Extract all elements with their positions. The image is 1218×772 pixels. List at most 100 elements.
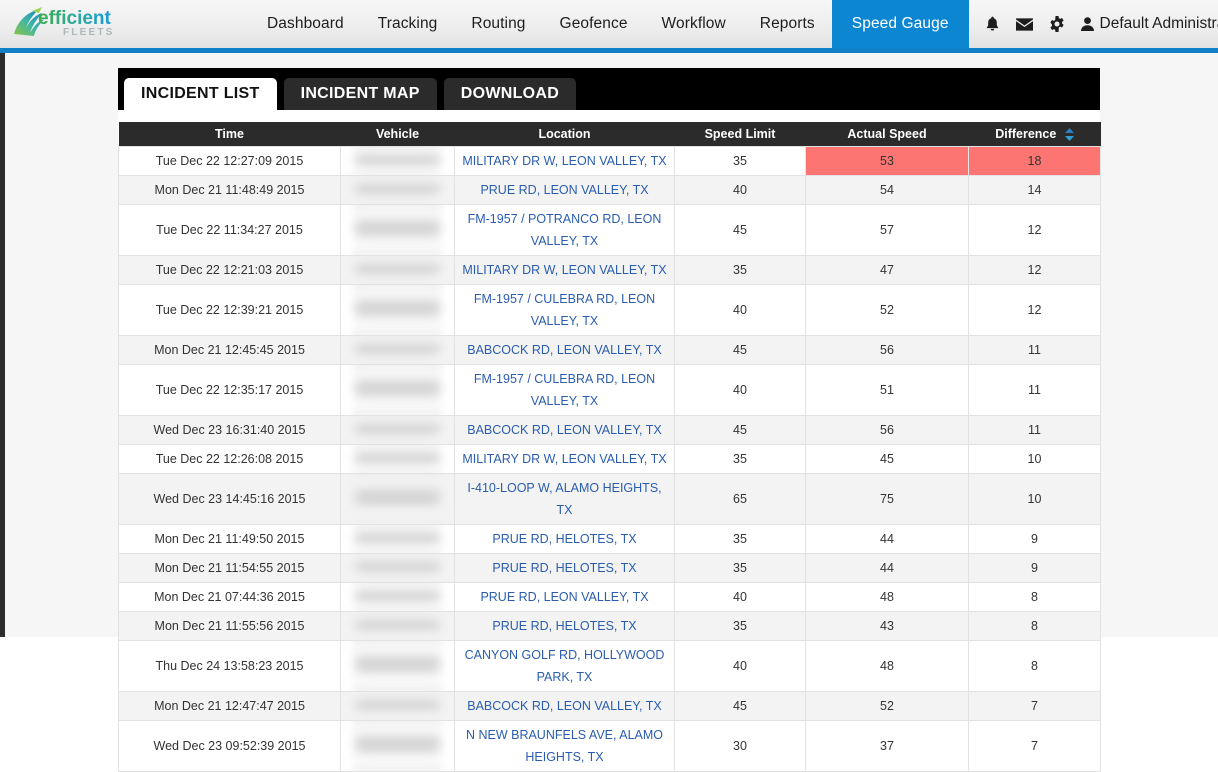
- location-link[interactable]: FM-1957 / POTRANCO RD, LEON VALLEY, TX: [462, 208, 667, 252]
- cell-actual-speed: 54: [805, 174, 969, 205]
- table-row[interactable]: Tue Dec 22 12:27:09 2015 MILITARY DR W, L…: [118, 145, 1101, 176]
- cell-speed-limit: 40: [674, 581, 806, 612]
- page-body: INCIDENT LIST INCIDENT MAP DOWNLOAD Time…: [0, 53, 1218, 772]
- location-link[interactable]: BABCOCK RD, LEON VALLEY, TX: [462, 339, 667, 361]
- nav-item-speed-gauge[interactable]: Speed Gauge: [831, 0, 969, 48]
- nav-item-tracking[interactable]: Tracking: [361, 0, 455, 48]
- cell-speed-limit: 45: [674, 690, 806, 721]
- cell-location: FM-1957 / CULEBRA RD, LEON VALLEY, TX: [454, 363, 675, 416]
- nav-item-geofence[interactable]: Geofence: [543, 0, 645, 48]
- redaction-blur: [353, 285, 442, 334]
- table-row[interactable]: Mon Dec 21 11:49:50 2015 PRUE RD, HELOTES…: [118, 523, 1101, 554]
- location-link[interactable]: I-410-LOOP W, ALAMO HEIGHTS, TX: [462, 477, 667, 521]
- table-row[interactable]: Thu Dec 24 13:58:23 2015 CANYON GOLF RD, …: [118, 639, 1101, 692]
- column-header-difference[interactable]: Difference: [968, 122, 1101, 146]
- nav-actions: Default Administrator: [977, 0, 1218, 48]
- location-link[interactable]: N NEW BRAUNFELS AVE, ALAMO HEIGHTS, TX: [462, 724, 667, 768]
- cell-vehicle-redacted: [340, 719, 455, 772]
- column-header-location[interactable]: Location: [454, 122, 675, 146]
- redaction-blur: [353, 525, 442, 552]
- location-link[interactable]: MILITARY DR W, LEON VALLEY, TX: [462, 150, 667, 172]
- cell-vehicle-redacted: [340, 203, 455, 256]
- table-row[interactable]: Mon Dec 21 12:47:47 2015 BABCOCK RD, LEON…: [118, 690, 1101, 721]
- location-link[interactable]: BABCOCK RD, LEON VALLEY, TX: [462, 695, 667, 717]
- table-row[interactable]: Wed Dec 23 16:31:40 2015 BABCOCK RD, LEON…: [118, 414, 1101, 445]
- window-left-edge: [0, 53, 5, 637]
- column-header-time[interactable]: Time: [118, 122, 341, 146]
- cell-vehicle-redacted: [340, 581, 455, 612]
- cell-time: Mon Dec 21 11:54:55 2015: [118, 552, 341, 583]
- cell-actual-speed: 45: [805, 443, 969, 474]
- nav-item-routing[interactable]: Routing: [454, 0, 542, 48]
- table-row[interactable]: Tue Dec 22 11:34:27 2015 FM-1957 / POTRAN…: [118, 203, 1101, 256]
- incident-panel: INCIDENT LIST INCIDENT MAP DOWNLOAD Time…: [118, 68, 1101, 772]
- cell-time: Wed Dec 23 09:52:39 2015: [118, 719, 341, 772]
- nav-item-reports[interactable]: Reports: [743, 0, 832, 48]
- redaction-blur: [353, 336, 442, 363]
- location-link[interactable]: FM-1957 / CULEBRA RD, LEON VALLEY, TX: [462, 368, 667, 412]
- cell-speed-limit: 35: [674, 145, 806, 176]
- cell-actual-speed: 48: [805, 639, 969, 692]
- cell-location: PRUE RD, HELOTES, TX: [454, 552, 675, 583]
- cell-difference: 8: [968, 639, 1101, 692]
- cell-difference: 12: [968, 203, 1101, 256]
- location-link[interactable]: PRUE RD, HELOTES, TX: [462, 528, 667, 550]
- cell-difference: 10: [968, 472, 1101, 525]
- table-row[interactable]: Mon Dec 21 07:44:36 2015 PRUE RD, LEON VA…: [118, 581, 1101, 612]
- table-row[interactable]: Tue Dec 22 12:21:03 2015 MILITARY DR W, L…: [118, 254, 1101, 285]
- cell-time: Tue Dec 22 12:21:03 2015: [118, 254, 341, 285]
- tab-download[interactable]: DOWNLOAD: [443, 78, 577, 110]
- table-row[interactable]: Wed Dec 23 09:52:39 2015 N NEW BRAUNFELS …: [118, 719, 1101, 772]
- location-link[interactable]: PRUE RD, HELOTES, TX: [462, 557, 667, 579]
- cell-location: I-410-LOOP W, ALAMO HEIGHTS, TX: [454, 472, 675, 525]
- table-row[interactable]: Tue Dec 22 12:39:21 2015 FM-1957 / CULEBR…: [118, 283, 1101, 336]
- location-link[interactable]: BABCOCK RD, LEON VALLEY, TX: [462, 419, 667, 441]
- location-link[interactable]: PRUE RD, LEON VALLEY, TX: [462, 586, 667, 608]
- location-link[interactable]: PRUE RD, HELOTES, TX: [462, 615, 667, 637]
- cell-speed-limit: 40: [674, 174, 806, 205]
- redaction-blur: [353, 641, 442, 690]
- redaction-blur: [353, 554, 442, 581]
- redaction-blur: [353, 583, 442, 610]
- table-row[interactable]: Mon Dec 21 11:48:49 2015 PRUE RD, LEON VA…: [118, 174, 1101, 205]
- cell-difference: 7: [968, 690, 1101, 721]
- cell-vehicle-redacted: [340, 254, 455, 285]
- gear-icon[interactable]: [1041, 0, 1073, 48]
- tab-incident-list[interactable]: INCIDENT LIST: [124, 78, 277, 110]
- tab-incident-map[interactable]: INCIDENT MAP: [283, 78, 437, 110]
- cell-speed-limit: 35: [674, 552, 806, 583]
- cell-vehicle-redacted: [340, 639, 455, 692]
- cell-time: Tue Dec 22 12:39:21 2015: [118, 283, 341, 336]
- nav-item-workflow[interactable]: Workflow: [645, 0, 743, 48]
- table-row[interactable]: Tue Dec 22 12:35:17 2015 FM-1957 / CULEBR…: [118, 363, 1101, 416]
- column-header-vehicle[interactable]: Vehicle: [340, 122, 455, 146]
- table-row[interactable]: Mon Dec 21 11:55:56 2015 PRUE RD, HELOTES…: [118, 610, 1101, 641]
- nav-item-dashboard[interactable]: Dashboard: [250, 0, 361, 48]
- location-link[interactable]: MILITARY DR W, LEON VALLEY, TX: [462, 259, 667, 281]
- user-name-label: Default Administrator: [1099, 15, 1218, 32]
- location-link[interactable]: FM-1957 / CULEBRA RD, LEON VALLEY, TX: [462, 288, 667, 332]
- column-header-actual-speed[interactable]: Actual Speed: [805, 122, 969, 146]
- user-menu[interactable]: Default Administrator: [1073, 0, 1218, 48]
- table-row[interactable]: Wed Dec 23 14:45:16 2015 I-410-LOOP W, AL…: [118, 472, 1101, 525]
- location-link[interactable]: MILITARY DR W, LEON VALLEY, TX: [462, 448, 667, 470]
- table-header-row: Time Vehicle Location Speed Limit Actual…: [118, 122, 1101, 146]
- cell-vehicle-redacted: [340, 174, 455, 205]
- location-link[interactable]: PRUE RD, LEON VALLEY, TX: [462, 179, 667, 201]
- table-row[interactable]: Mon Dec 21 12:45:45 2015 BABCOCK RD, LEON…: [118, 334, 1101, 365]
- sort-descending-icon[interactable]: [1064, 127, 1074, 141]
- table-row[interactable]: Mon Dec 21 11:54:55 2015 PRUE RD, HELOTES…: [118, 552, 1101, 583]
- brand-logo[interactable]: efficient FLEETS: [0, 0, 128, 48]
- table-row[interactable]: Tue Dec 22 12:26:08 2015 MILITARY DR W, L…: [118, 443, 1101, 474]
- redaction-blur: [353, 721, 442, 770]
- location-link[interactable]: CANYON GOLF RD, HOLLYWOOD PARK, TX: [462, 644, 667, 688]
- envelope-icon[interactable]: [1009, 0, 1041, 48]
- cell-speed-limit: 35: [674, 610, 806, 641]
- redaction-blur: [353, 365, 442, 414]
- cell-actual-speed: 56: [805, 414, 969, 445]
- bell-icon[interactable]: [977, 0, 1009, 48]
- cell-speed-limit: 35: [674, 254, 806, 285]
- column-header-speed-limit[interactable]: Speed Limit: [674, 122, 806, 146]
- cell-location: BABCOCK RD, LEON VALLEY, TX: [454, 690, 675, 721]
- cell-actual-speed: 43: [805, 610, 969, 641]
